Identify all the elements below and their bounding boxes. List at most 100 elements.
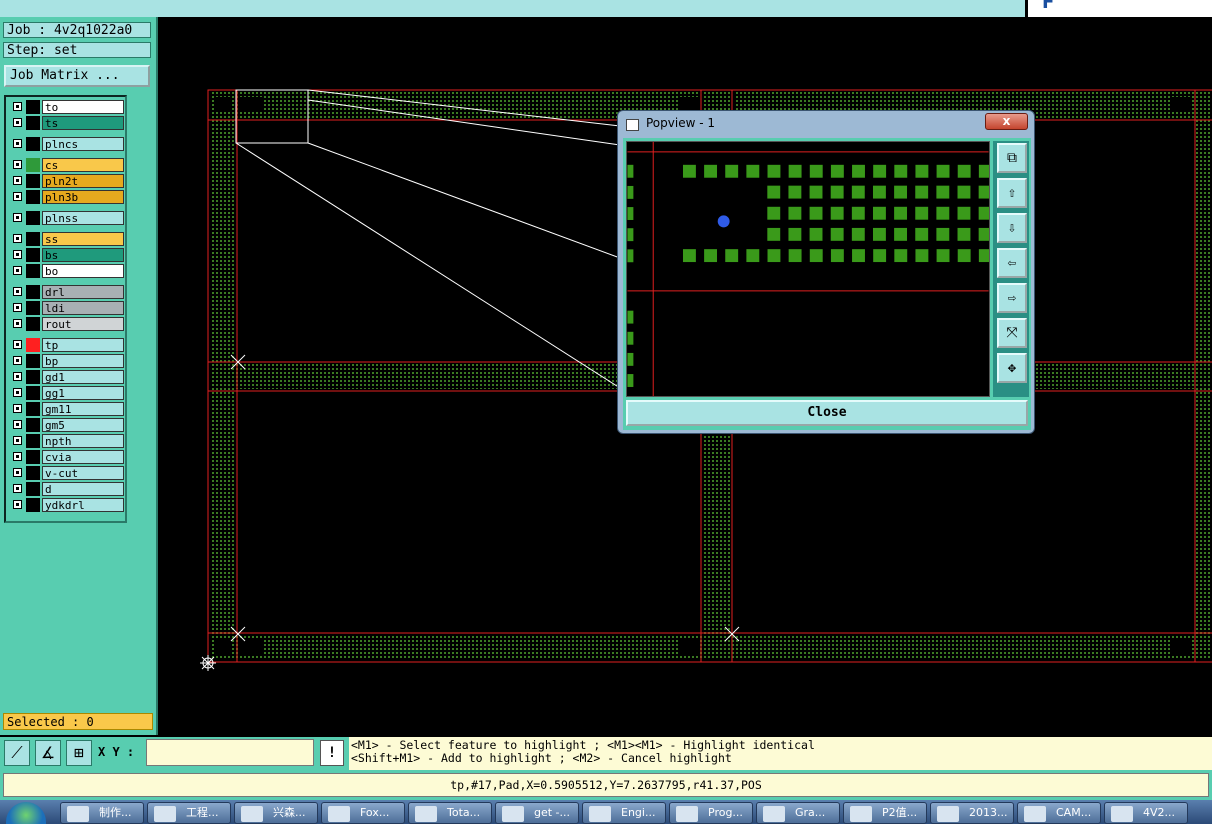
layer-row-ts[interactable]: ts	[8, 116, 126, 130]
layer-checkbox[interactable]	[13, 250, 22, 259]
layer-name[interactable]: gd1	[42, 370, 124, 384]
layer-name[interactable]: v-cut	[42, 466, 124, 480]
zoom-in-icon[interactable]: ⤧	[997, 318, 1027, 348]
layer-checkbox[interactable]	[13, 234, 22, 243]
taskbar-item[interactable]: Fox...	[321, 802, 405, 824]
snap-icon[interactable]: ∡	[35, 740, 61, 766]
layer-color-swatch[interactable]	[26, 100, 40, 114]
layer-row-bp[interactable]: bp	[8, 354, 126, 368]
layer-row-gg1[interactable]: gg1	[8, 386, 126, 400]
layer-checkbox[interactable]	[13, 176, 22, 185]
window-close-button[interactable]: x	[985, 113, 1028, 130]
job-matrix-button[interactable]: Job Matrix ...	[4, 65, 150, 87]
layer-name[interactable]: ldi	[42, 301, 124, 315]
layer-checkbox[interactable]	[13, 340, 22, 349]
layer-row-v-cut[interactable]: v-cut	[8, 466, 126, 480]
layer-color-swatch[interactable]	[26, 158, 40, 172]
layer-checkbox[interactable]	[13, 213, 22, 222]
layer-checkbox[interactable]	[13, 192, 22, 201]
layer-row-npth[interactable]: npth	[8, 434, 126, 448]
start-button-icon[interactable]	[6, 802, 46, 824]
layer-color-swatch[interactable]	[26, 402, 40, 416]
layer-name[interactable]: bo	[42, 264, 124, 278]
layer-checkbox[interactable]	[13, 484, 22, 493]
layer-name[interactable]: cvia	[42, 450, 124, 464]
layer-color-swatch[interactable]	[26, 317, 40, 331]
layer-checkbox[interactable]	[13, 319, 22, 328]
layer-row-to[interactable]: to	[8, 100, 126, 114]
layer-color-swatch[interactable]	[26, 137, 40, 151]
layer-checkbox[interactable]	[13, 118, 22, 127]
layer-checkbox[interactable]	[13, 452, 22, 461]
layer-checkbox[interactable]	[13, 160, 22, 169]
layer-name[interactable]: ss	[42, 232, 124, 246]
layer-checkbox[interactable]	[13, 287, 22, 296]
layer-color-swatch[interactable]	[26, 211, 40, 225]
layer-name[interactable]: gm5	[42, 418, 124, 432]
layer-color-swatch[interactable]	[26, 370, 40, 384]
taskbar-item[interactable]: 制作...	[60, 802, 144, 824]
layer-checkbox[interactable]	[13, 139, 22, 148]
zoom-window-icon[interactable]: ⧉	[997, 143, 1027, 173]
taskbar-item[interactable]: 4V2...	[1104, 802, 1188, 824]
pan-right-icon[interactable]: ⇨	[997, 283, 1027, 313]
layer-color-swatch[interactable]	[26, 264, 40, 278]
layer-name[interactable]: d	[42, 482, 124, 496]
popview-close-button[interactable]: Close	[626, 400, 1028, 426]
layer-row-ydkdrl[interactable]: ydkdrl	[8, 498, 126, 512]
taskbar-item[interactable]: P2值...	[843, 802, 927, 824]
layer-checkbox[interactable]	[13, 356, 22, 365]
layer-name[interactable]: gm11	[42, 402, 124, 416]
layer-name[interactable]: to	[42, 100, 124, 114]
layer-color-swatch[interactable]	[26, 301, 40, 315]
layer-checkbox[interactable]	[13, 420, 22, 429]
layer-row-drl[interactable]: drl	[8, 285, 126, 299]
layer-color-swatch[interactable]	[26, 482, 40, 496]
layer-color-swatch[interactable]	[26, 285, 40, 299]
layer-color-swatch[interactable]	[26, 498, 40, 512]
layer-name[interactable]: bs	[42, 248, 124, 262]
layer-name[interactable]: bp	[42, 354, 124, 368]
taskbar-item[interactable]: get -...	[495, 802, 579, 824]
layer-name[interactable]: cs	[42, 158, 124, 172]
layer-color-swatch[interactable]	[26, 434, 40, 448]
layer-color-swatch[interactable]	[26, 248, 40, 262]
layer-row-d[interactable]: d	[8, 482, 126, 496]
layer-name[interactable]: gg1	[42, 386, 124, 400]
xy-input[interactable]	[146, 739, 314, 766]
taskbar-item[interactable]: Tota...	[408, 802, 492, 824]
layer-row-plnss[interactable]: plnss	[8, 211, 126, 225]
pan-left-icon[interactable]: ⇦	[997, 248, 1027, 278]
layer-row-gm11[interactable]: gm11	[8, 402, 126, 416]
alert-button[interactable]: !	[320, 740, 344, 766]
layer-checkbox[interactable]	[13, 102, 22, 111]
layer-name[interactable]: plnss	[42, 211, 124, 225]
layer-row-cvia[interactable]: cvia	[8, 450, 126, 464]
layer-color-swatch[interactable]	[26, 450, 40, 464]
layer-color-swatch[interactable]	[26, 232, 40, 246]
layer-color-swatch[interactable]	[26, 418, 40, 432]
layer-row-gm5[interactable]: gm5	[8, 418, 126, 432]
layer-name[interactable]: pln2t	[42, 174, 124, 188]
layer-name[interactable]: drl	[42, 285, 124, 299]
layer-color-swatch[interactable]	[26, 466, 40, 480]
layer-checkbox[interactable]	[13, 266, 22, 275]
popview-canvas[interactable]	[626, 141, 990, 397]
taskbar-item[interactable]: CAM...	[1017, 802, 1101, 824]
layer-color-swatch[interactable]	[26, 190, 40, 204]
layer-name[interactable]: ydkdrl	[42, 498, 124, 512]
layer-checkbox[interactable]	[13, 372, 22, 381]
layer-row-cs[interactable]: cs	[8, 158, 126, 172]
layer-name[interactable]: rout	[42, 317, 124, 331]
layer-checkbox[interactable]	[13, 468, 22, 477]
grid-icon[interactable]: ⊞	[66, 740, 92, 766]
layer-name[interactable]: ts	[42, 116, 124, 130]
pan-up-icon[interactable]: ⇧	[997, 178, 1027, 208]
taskbar-item[interactable]: Prog...	[669, 802, 753, 824]
layer-name[interactable]: pln3b	[42, 190, 124, 204]
layer-name[interactable]: tp	[42, 338, 124, 352]
layer-row-tp[interactable]: tp	[8, 338, 126, 352]
layer-checkbox[interactable]	[13, 404, 22, 413]
taskbar-item[interactable]: 兴森...	[234, 802, 318, 824]
layer-checkbox[interactable]	[13, 436, 22, 445]
